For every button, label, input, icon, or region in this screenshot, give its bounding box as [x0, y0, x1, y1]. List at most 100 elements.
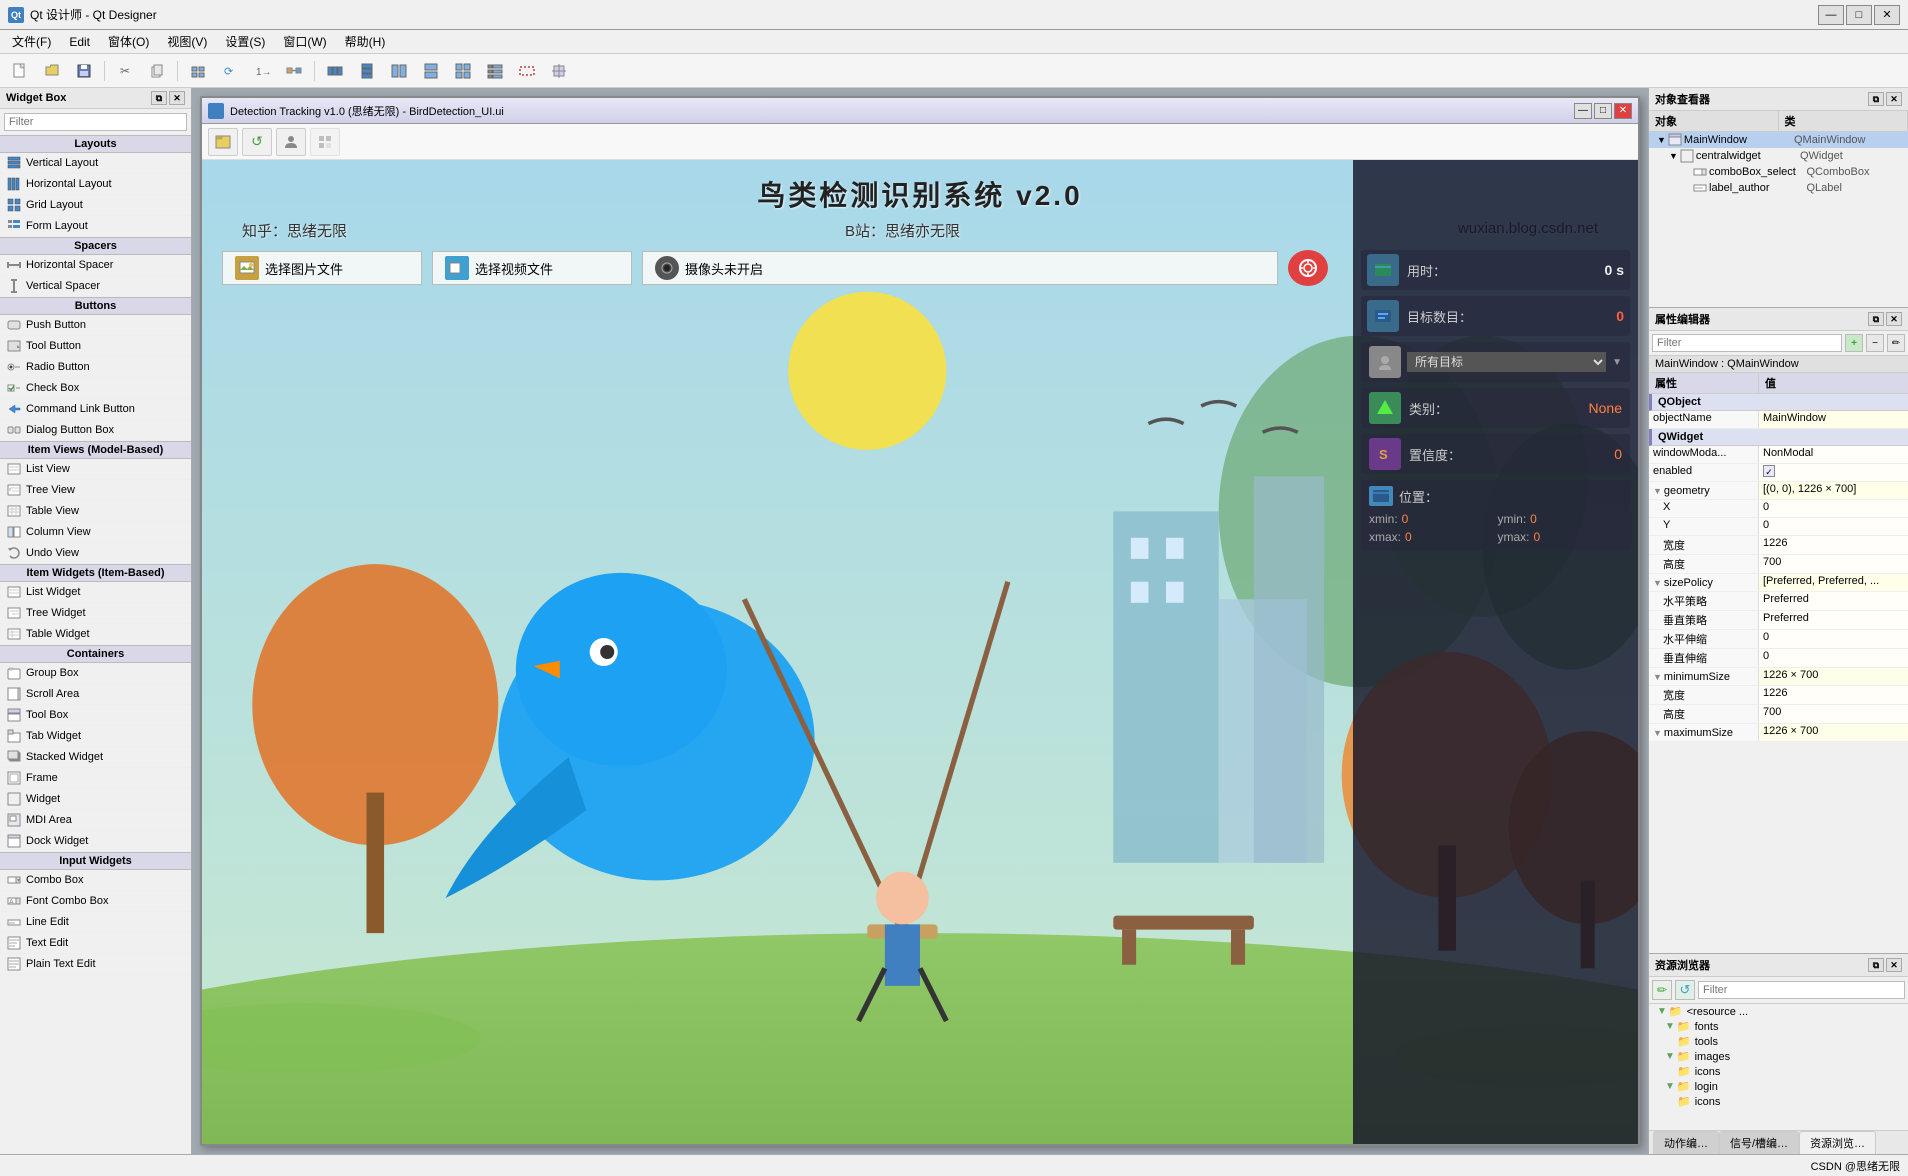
prop-y[interactable]: Y 0: [1649, 518, 1908, 536]
resource-item-icons1[interactable]: 📁 icons: [1649, 1064, 1908, 1079]
widget-item-grid-layout[interactable]: Grid Layout: [0, 195, 191, 216]
widget-item-font-combo-box[interactable]: A Font Combo Box: [0, 891, 191, 912]
widget-item-line-edit[interactable]: Line Edit: [0, 912, 191, 933]
select-video-button[interactable]: 选择视频文件: [432, 251, 632, 285]
select-camera-button[interactable]: 摄像头未开启: [642, 251, 1278, 285]
prop-geometry[interactable]: ▼geometry [(0, 0), 1226 × 700]: [1649, 482, 1908, 500]
cut-button[interactable]: ✂: [111, 58, 139, 84]
target-combo-select[interactable]: 所有目标: [1407, 352, 1606, 372]
layout-grid-button[interactable]: [449, 58, 477, 84]
app-settings-button[interactable]: [310, 128, 340, 156]
tab-actions[interactable]: 动作编…: [1653, 1131, 1719, 1154]
object-inspector-float-button[interactable]: ⧉: [1868, 92, 1884, 106]
prop-sizepolicy[interactable]: ▼sizePolicy [Preferred, Preferred, ...: [1649, 574, 1908, 592]
target-button[interactable]: [1288, 250, 1328, 286]
app-close-button[interactable]: ✕: [1614, 103, 1632, 119]
enabled-checkbox[interactable]: ✓: [1763, 465, 1775, 477]
layout-v-button[interactable]: [353, 58, 381, 84]
widget-item-table-widget[interactable]: Table Widget: [0, 624, 191, 645]
object-inspector-close-button[interactable]: ✕: [1886, 92, 1902, 106]
widget-box-close-button[interactable]: ✕: [169, 91, 185, 105]
widget-filter-input[interactable]: [4, 113, 187, 131]
prop-min-height[interactable]: 高度 700: [1649, 705, 1908, 724]
widget-item-plain-text-edit[interactable]: Plain Text Edit: [0, 954, 191, 975]
widget-item-tree-widget[interactable]: Tree Widget: [0, 603, 191, 624]
tree-arrow-centralwidget[interactable]: ▼: [1669, 151, 1678, 161]
widget-item-list-view[interactable]: List View: [0, 459, 191, 480]
resource-item-root[interactable]: ▼ 📁 <resource ...: [1649, 1004, 1908, 1019]
resource-item-login[interactable]: ▼ 📁 login: [1649, 1079, 1908, 1094]
copy-button[interactable]: [143, 58, 171, 84]
adjust-size-button[interactable]: [545, 58, 573, 84]
widget-item-check-box[interactable]: Check Box: [0, 378, 191, 399]
prop-min-width[interactable]: 宽度 1226: [1649, 686, 1908, 705]
resource-item-tools[interactable]: 📁 tools: [1649, 1034, 1908, 1049]
widget-item-command-link[interactable]: Command Link Button: [0, 399, 191, 420]
widget-item-combo-box[interactable]: Combo Box: [0, 870, 191, 891]
widget-item-widget[interactable]: Widget: [0, 789, 191, 810]
widget-item-column-view[interactable]: Column View: [0, 522, 191, 543]
layout-split-v-button[interactable]: [417, 58, 445, 84]
widget-item-tool-box[interactable]: Tool Box: [0, 705, 191, 726]
tree-item-combobox[interactable]: comboBox_select QComboBox: [1649, 164, 1908, 180]
property-remove-button[interactable]: −: [1866, 334, 1884, 352]
select-image-button[interactable]: 选择图片文件: [222, 251, 422, 285]
resource-item-fonts[interactable]: ▼ 📁 fonts: [1649, 1019, 1908, 1034]
resource-browser-close-button[interactable]: ✕: [1886, 958, 1902, 972]
menu-file[interactable]: 文件(F): [4, 31, 59, 52]
widget-item-h-spacer[interactable]: Horizontal Spacer: [0, 255, 191, 276]
widget-edit-button[interactable]: [184, 58, 212, 84]
tree-item-label[interactable]: label_author QLabel: [1649, 180, 1908, 196]
prop-maximumsize[interactable]: ▼maximumSize 1226 × 700: [1649, 724, 1908, 742]
open-button[interactable]: [38, 58, 66, 84]
layout-split-h-button[interactable]: [385, 58, 413, 84]
widget-box-float-button[interactable]: ⧉: [151, 91, 167, 105]
property-filter-input[interactable]: [1652, 334, 1842, 352]
widget-item-undo-view[interactable]: Undo View: [0, 543, 191, 564]
prop-h-stretch[interactable]: 水平伸缩 0: [1649, 630, 1908, 649]
widget-item-stacked-widget[interactable]: Stacked Widget: [0, 747, 191, 768]
widget-item-list-widget[interactable]: List Widget: [0, 582, 191, 603]
widget-item-vertical-layout[interactable]: Vertical Layout: [0, 153, 191, 174]
widget-item-dock-widget[interactable]: Dock Widget: [0, 831, 191, 852]
save-button[interactable]: [70, 58, 98, 84]
widget-item-table-view[interactable]: Table View: [0, 501, 191, 522]
maximize-button[interactable]: □: [1846, 5, 1872, 25]
widget-item-horizontal-layout[interactable]: Horizontal Layout: [0, 174, 191, 195]
prop-height[interactable]: 高度 700: [1649, 555, 1908, 574]
tree-item-centralwidget[interactable]: ▼ centralwidget QWidget: [1649, 148, 1908, 164]
resource-filter-input[interactable]: [1698, 981, 1905, 999]
widget-item-form-layout[interactable]: Form Layout: [0, 216, 191, 237]
widget-item-dialog-button-box[interactable]: Dialog Button Box: [0, 420, 191, 441]
app-refresh-button[interactable]: ↺: [242, 128, 272, 156]
app-user-button[interactable]: [276, 128, 306, 156]
resource-refresh-button[interactable]: ↺: [1675, 980, 1695, 1000]
app-maximize-button[interactable]: □: [1594, 103, 1612, 119]
widget-item-group-box[interactable]: ▢ Group Box: [0, 663, 191, 684]
tab-signals[interactable]: 信号/槽编…: [1719, 1131, 1799, 1154]
widget-item-tree-view[interactable]: Tree View: [0, 480, 191, 501]
resource-browser-float-button[interactable]: ⧉: [1868, 958, 1884, 972]
layout-h-button[interactable]: [321, 58, 349, 84]
widget-item-tool-button[interactable]: Tool Button: [0, 336, 191, 357]
prop-v-stretch[interactable]: 垂直伸缩 0: [1649, 649, 1908, 668]
property-editor-close-button[interactable]: ✕: [1886, 312, 1902, 326]
resource-edit-button[interactable]: ✏: [1652, 980, 1672, 1000]
widget-item-frame[interactable]: Frame: [0, 768, 191, 789]
widget-item-text-edit[interactable]: Text Edit: [0, 933, 191, 954]
property-editor-float-button[interactable]: ⧉: [1868, 312, 1884, 326]
widget-item-radio-button[interactable]: Radio Button: [0, 357, 191, 378]
tree-arrow-mainwindow[interactable]: ▼: [1657, 135, 1666, 145]
menu-view[interactable]: 视图(V): [159, 31, 215, 52]
minimize-button[interactable]: —: [1818, 5, 1844, 25]
prop-minimumsize[interactable]: ▼minimumSize 1226 × 700: [1649, 668, 1908, 686]
app-minimize-button[interactable]: —: [1574, 103, 1592, 119]
new-button[interactable]: [6, 58, 34, 84]
resource-item-images[interactable]: ▼ 📁 images: [1649, 1049, 1908, 1064]
menu-settings[interactable]: 设置(S): [217, 31, 273, 52]
menu-edit[interactable]: Edit: [61, 33, 98, 51]
prop-enabled[interactable]: enabled ✓: [1649, 464, 1908, 482]
widget-item-push-button[interactable]: Push Button: [0, 315, 191, 336]
layout-form-button[interactable]: [481, 58, 509, 84]
widget-item-v-spacer[interactable]: Vertical Spacer: [0, 276, 191, 297]
